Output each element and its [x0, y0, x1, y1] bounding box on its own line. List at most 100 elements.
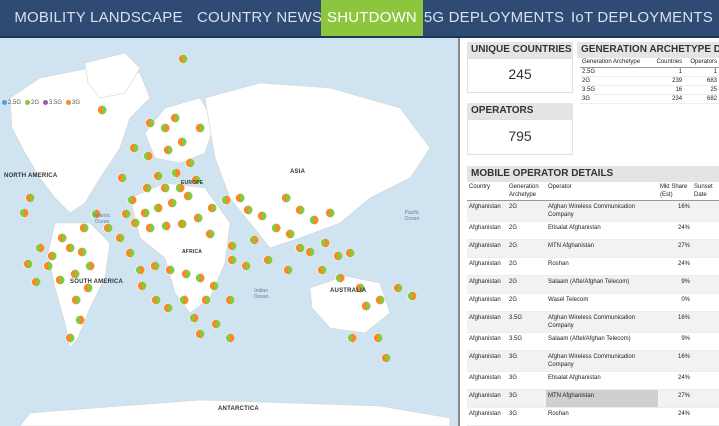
map-marker-slice	[230, 295, 235, 305]
generation-archetype-title: GENERATION ARCHETYPE DETAILS	[577, 42, 719, 58]
table-cell: 24%	[658, 221, 692, 240]
map-marker-slice	[216, 319, 221, 329]
legend-swatch-2g	[25, 100, 31, 105]
table-cell: Salaam (Afte/Afghan Telecom)	[546, 275, 658, 294]
land-masses	[9, 52, 451, 426]
unique-countries-title: UNIQUE COUNTRIES	[467, 42, 573, 58]
map-canvas[interactable]	[0, 38, 460, 426]
table-cell: Afghanistan	[467, 311, 507, 333]
tab-iot-deployments[interactable]: IoT DEPLOYMENTS	[565, 0, 719, 36]
table-cell: Afghanistan	[467, 200, 507, 222]
table-cell: 1	[684, 67, 719, 77]
mobile-operator-details-scroll[interactable]: Country Generation Archetype Operator Mk…	[467, 182, 719, 426]
map-marker-slice	[254, 235, 259, 245]
table-cell: 16	[650, 85, 685, 95]
mobile-operator-rows: Afghanistan 2G Afghan Wireless Communicati…	[467, 200, 719, 426]
table-row[interactable]: Afghanistan 3G Afghan Wireless Communicati…	[467, 350, 719, 372]
map-marker-slice	[36, 277, 41, 287]
table-cell: 24%	[658, 407, 692, 426]
column-header[interactable]: Mkt Share (Est)	[658, 182, 692, 201]
label-south-america: SOUTH AMERICA	[70, 279, 124, 285]
column-header[interactable]: Countries	[650, 57, 685, 68]
column-header[interactable]: Sunset Date	[692, 182, 719, 201]
tab-5g-deployments[interactable]: 5G DEPLOYMENTS	[423, 0, 565, 36]
map-marker-slice	[176, 168, 181, 178]
table-cell	[692, 200, 719, 222]
table-row[interactable]: Afghanistan 3G MTN Afghanistan 27%	[467, 389, 719, 408]
table-row[interactable]: 3.5G 16 25	[580, 85, 719, 95]
map-marker-slice	[230, 333, 235, 343]
table-row[interactable]: 3G 234 682	[580, 94, 719, 104]
table-cell	[692, 257, 719, 276]
map-marker-slice	[156, 295, 161, 305]
table-row[interactable]: Afghanistan 2G Etisalat Afghanistan 24%	[467, 221, 719, 240]
table-row[interactable]: 2.5G 1 1	[580, 67, 719, 77]
table-cell: Roshan	[546, 257, 658, 276]
map-marker-slice	[126, 209, 131, 219]
table-row[interactable]: Afghanistan 2G MTN Afghanistan 27%	[467, 239, 719, 258]
tab-shutdown[interactable]: SHUTDOWN	[321, 0, 423, 36]
legend-swatch-2-5g	[2, 100, 7, 105]
table-cell: Afghanistan	[467, 293, 507, 312]
table-cell	[692, 311, 719, 333]
map-marker-slice	[183, 54, 188, 64]
table-row[interactable]: Afghanistan 3G Roshan 24%	[467, 407, 719, 426]
table-row[interactable]: Afghanistan 2G Salaam (Afte/Afghan Telecom…	[467, 275, 719, 294]
table-cell	[692, 293, 719, 312]
table-cell: Afghanistan	[467, 350, 507, 372]
table-cell: 16%	[658, 311, 692, 333]
map-marker-slice	[325, 238, 330, 248]
table-row[interactable]: 2G 239 683	[580, 76, 719, 86]
map-marker-slice	[412, 291, 417, 301]
table-cell: 27%	[658, 389, 692, 408]
column-header[interactable]: Operator	[546, 182, 658, 201]
world-map[interactable]: 2.5G 2G 3.5G 3G NORTH AMERICA SOUTH AMER…	[0, 38, 460, 426]
map-marker-slice	[232, 241, 237, 251]
table-cell: 9%	[658, 275, 692, 294]
generation-archetype-table: Generation Archetype Countries Operators…	[580, 57, 719, 104]
table-row[interactable]: Afghanistan 3G Etisalat Afghanistan 24%	[467, 371, 719, 390]
table-cell: Afghan Wireless Communication Company	[546, 200, 658, 222]
table-cell: 3G	[507, 389, 546, 408]
column-header[interactable]: Operators	[684, 57, 719, 68]
operators-title: OPERATORS	[467, 103, 573, 119]
table-cell: MTN Afghanistan	[546, 239, 658, 258]
column-header[interactable]: Generation Archetype	[507, 182, 546, 201]
map-marker-slice	[130, 248, 135, 258]
column-header[interactable]: Country	[467, 182, 507, 201]
map-marker-slice	[190, 158, 195, 168]
map-marker-slice	[352, 333, 357, 343]
label-europe: EUROPE	[181, 180, 204, 186]
legend-item-2g: 2G	[25, 100, 39, 106]
table-cell: Salaam (Aftel/Afghan Telecom)	[546, 332, 658, 351]
map-legend: 2.5G 2G 3.5G 3G	[2, 100, 80, 106]
operators-value: 795	[508, 128, 532, 144]
map-marker-slice	[155, 261, 160, 271]
label-australia: AUSTRALIA	[330, 288, 367, 294]
table-row[interactable]: Afghanistan 2G Roshan 24%	[467, 257, 719, 276]
tab-country-news[interactable]: COUNTRY NEWS	[197, 0, 322, 36]
table-header-row: Country Generation Archetype Operator Mk…	[467, 182, 719, 201]
map-marker-slice	[310, 247, 315, 257]
label-asia: ASIA	[290, 169, 306, 175]
table-cell: Afghan Wireless Communication Company	[546, 350, 658, 372]
table-row[interactable]: Afghanistan 3.5G Afghan Wireless Communica…	[467, 311, 719, 333]
table-cell: 3.5G	[507, 311, 546, 333]
table-cell	[692, 332, 719, 351]
table-cell: 3.5G	[580, 85, 651, 95]
column-header[interactable]: Generation Archetype	[580, 57, 651, 68]
table-cell: Afghanistan	[467, 407, 507, 426]
map-marker-slice	[214, 281, 219, 291]
map-marker-slice	[288, 265, 293, 275]
table-cell	[692, 239, 719, 258]
tab-mobility-landscape[interactable]: MOBILITY LANDSCAPE	[0, 0, 197, 36]
table-row[interactable]: Afghanistan 3.5G Salaam (Aftel/Afghan Tele…	[467, 332, 719, 351]
map-marker-slice	[142, 281, 147, 291]
table-cell	[692, 371, 719, 390]
map-marker-slice	[158, 171, 163, 181]
map-marker-slice	[322, 265, 327, 275]
table-row[interactable]: Afghanistan 2G Afghan Wireless Communicati…	[467, 200, 719, 222]
europe-shape	[144, 97, 216, 164]
map-marker-slice	[300, 243, 305, 253]
table-row[interactable]: Afghanistan 2G Wasel Telecom 0%	[467, 293, 719, 312]
